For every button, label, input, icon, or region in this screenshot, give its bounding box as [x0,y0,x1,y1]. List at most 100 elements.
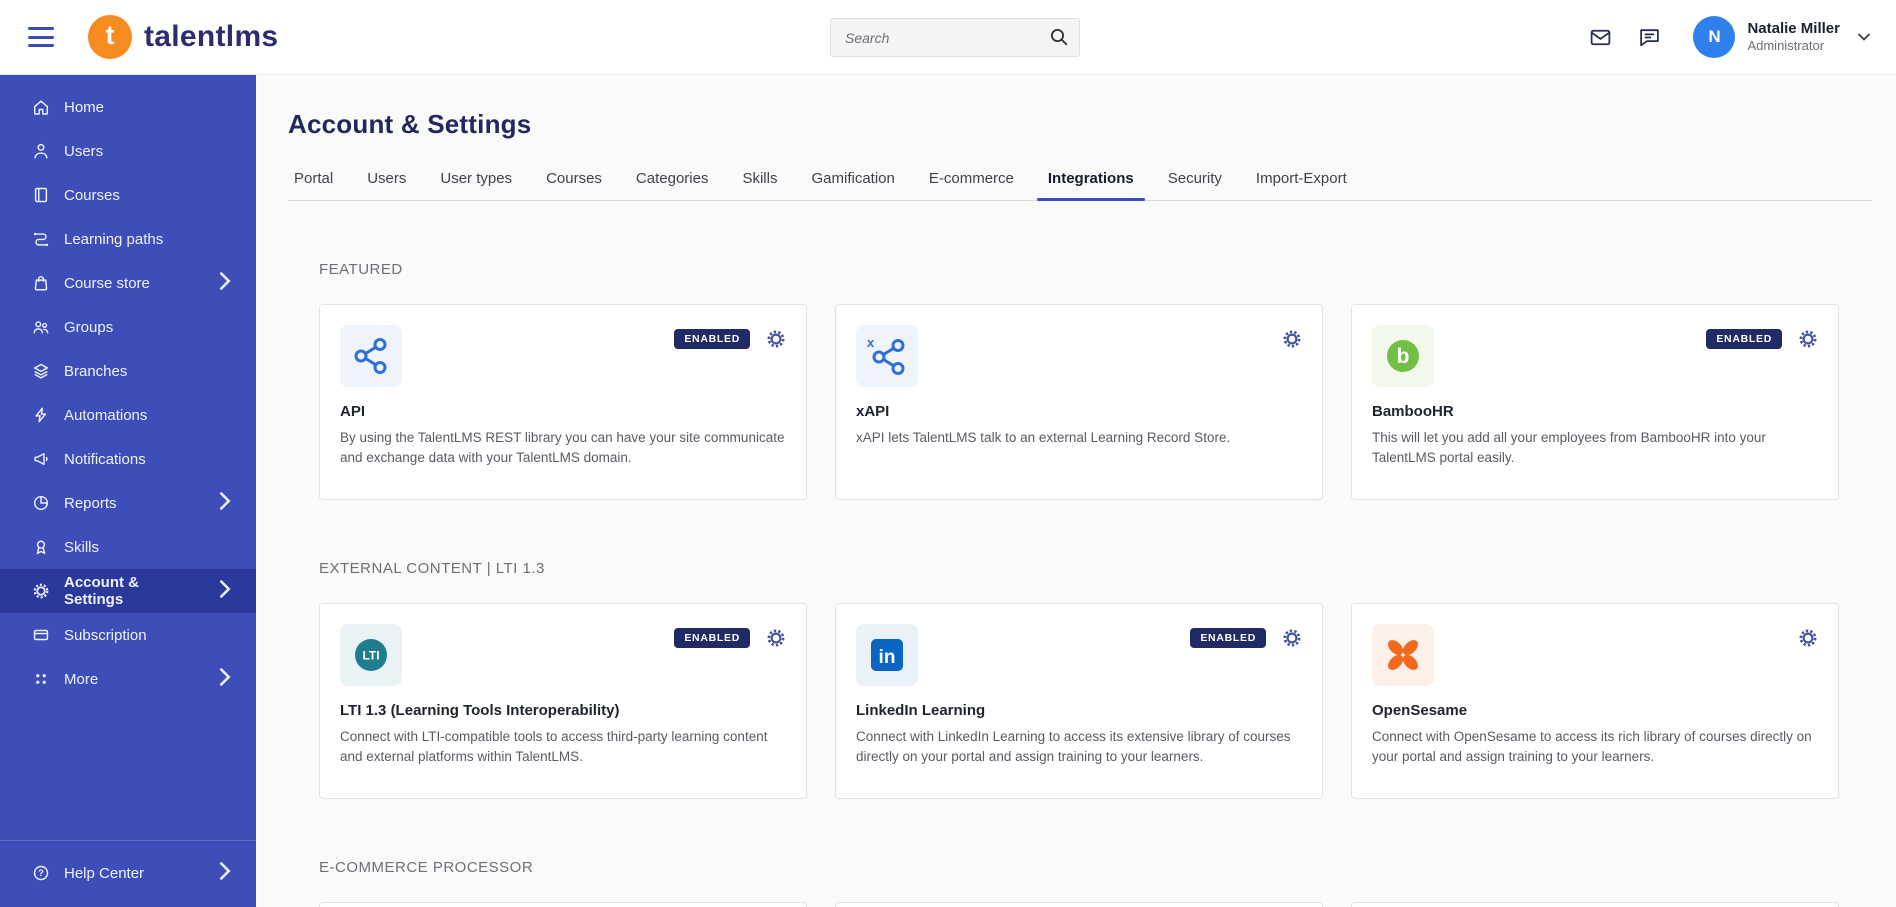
tab-categories[interactable]: Categories [619,170,726,200]
sidebar-item-branches[interactable]: Branches [0,349,256,393]
sidebar-item-label: Help Center [64,865,144,882]
card-description: Connect with LinkedIn Learning to access… [856,727,1302,766]
card-linkedin-learning: in ENABLED LinkedIn Learning Connect wit… [835,603,1323,799]
card-title: API [340,403,786,420]
avatar: N [1693,16,1735,58]
settings-gear-icon[interactable] [1282,329,1302,349]
tab-skills[interactable]: Skills [725,170,794,200]
sidebar-item-account-settings[interactable]: Account & Settings [0,569,256,613]
credit-card-icon [32,626,50,644]
profile-menu[interactable]: N Natalie Miller Administrator [1693,16,1870,58]
sidebar-item-label: Learning paths [64,231,163,248]
megaphone-icon [32,450,50,468]
grid-dots-icon [32,670,50,688]
sidebar-item-label: More [64,671,98,688]
medal-icon [32,538,50,556]
home-icon [32,98,50,116]
search-bar [830,18,1080,57]
top-bar: t talentlms N Natalie Miller Administrat… [0,0,1896,75]
sidebar-item-home[interactable]: Home [0,85,256,129]
svg-text:x: x [867,335,875,350]
sidebar-item-help-center[interactable]: ? Help Center [0,851,256,895]
automation-bolt-icon [32,406,50,424]
sidebar-item-label: Courses [64,187,120,204]
chevron-right-icon [216,492,234,514]
sidebar-item-learning-paths[interactable]: Learning paths [0,217,256,261]
card-xapi: x xAPI xAPI lets TalentLMS talk to an ex… [835,304,1323,500]
svg-text:b: b [1397,345,1410,368]
sidebar-item-label: Home [64,99,104,116]
sidebar-item-course-store[interactable]: Course store [0,261,256,305]
help-icon: ? [32,864,50,882]
tab-courses[interactable]: Courses [529,170,619,200]
sidebar-item-label: Subscription [64,627,147,644]
chevron-right-icon [216,272,234,294]
sidebar-item-label: Account & Settings [64,574,202,608]
tab-portal[interactable]: Portal [288,170,350,200]
store-bag-icon [32,274,50,292]
settings-gear-icon[interactable] [1798,329,1818,349]
user-role: Administrator [1747,38,1840,54]
card-description: By using the TalentLMS REST library you … [340,428,786,467]
sidebar-item-courses[interactable]: Courses [0,173,256,217]
settings-tabs: Portal Users User types Courses Categori… [288,170,1872,201]
tab-users[interactable]: Users [350,170,423,200]
groups-icon [32,318,50,336]
card-title: BambooHR [1372,403,1818,420]
messages-icon[interactable] [1589,26,1612,49]
card-title: xAPI [856,403,1302,420]
bamboohr-icon: b [1372,325,1434,387]
settings-gear-icon[interactable] [766,628,786,648]
card-placeholder [835,902,1323,907]
settings-gear-icon[interactable] [766,329,786,349]
settings-gear-icon[interactable] [1282,628,1302,648]
discussions-icon[interactable] [1638,26,1661,49]
logo-badge-icon: t [88,15,132,59]
section-heading-external-content: EXTERNAL CONTENT | LTI 1.3 [319,560,1839,577]
opensesame-icon [1372,624,1434,686]
tab-integrations[interactable]: Integrations [1031,170,1151,200]
sidebar-item-skills[interactable]: Skills [0,525,256,569]
talentlms-logo[interactable]: t talentlms [88,15,278,59]
sidebar-item-more[interactable]: More [0,657,256,701]
search-icon[interactable] [1048,26,1070,53]
chevron-right-icon [216,580,234,602]
sidebar-item-subscription[interactable]: Subscription [0,613,256,657]
sidebar-item-label: Notifications [64,451,146,468]
tab-security[interactable]: Security [1151,170,1239,200]
card-title: OpenSesame [1372,702,1818,719]
sidebar-item-notifications[interactable]: Notifications [0,437,256,481]
card-description: This will let you add all your employees… [1372,428,1818,467]
enabled-badge: ENABLED [674,628,750,648]
enabled-badge: ENABLED [1706,329,1782,349]
layers-icon [32,362,50,380]
sidebar-item-groups[interactable]: Groups [0,305,256,349]
sidebar: Home Users Courses Learning paths Course… [0,75,256,907]
card-placeholder [1351,902,1839,907]
card-bamboohr: b ENABLED BambooHR This will let you add… [1351,304,1839,500]
sidebar-item-automations[interactable]: Automations [0,393,256,437]
tab-e-commerce[interactable]: E-commerce [912,170,1031,200]
svg-text:LTI: LTI [362,649,379,663]
sidebar-item-reports[interactable]: Reports [0,481,256,525]
search-input[interactable] [830,18,1080,57]
tab-user-types[interactable]: User types [423,170,529,200]
chevron-down-icon [1858,28,1870,46]
linkedin-icon: in [856,624,918,686]
card-description: xAPI lets TalentLMS talk to an external … [856,428,1302,448]
menu-icon[interactable] [28,27,54,47]
sidebar-item-users[interactable]: Users [0,129,256,173]
sidebar-item-label: Reports [64,495,117,512]
card-title: LTI 1.3 (Learning Tools Interoperability… [340,702,786,719]
xapi-icon: x [856,325,918,387]
path-icon [32,230,50,248]
enabled-badge: ENABLED [674,329,750,349]
user-name: Natalie Miller [1747,20,1840,39]
api-icon [340,325,402,387]
settings-gear-icon[interactable] [1798,628,1818,648]
tab-import-export[interactable]: Import-Export [1239,170,1364,200]
page-title: Account & Settings [288,109,1872,140]
pie-chart-icon [32,494,50,512]
main-content: Account & Settings Portal Users User typ… [256,75,1896,907]
tab-gamification[interactable]: Gamification [794,170,911,200]
